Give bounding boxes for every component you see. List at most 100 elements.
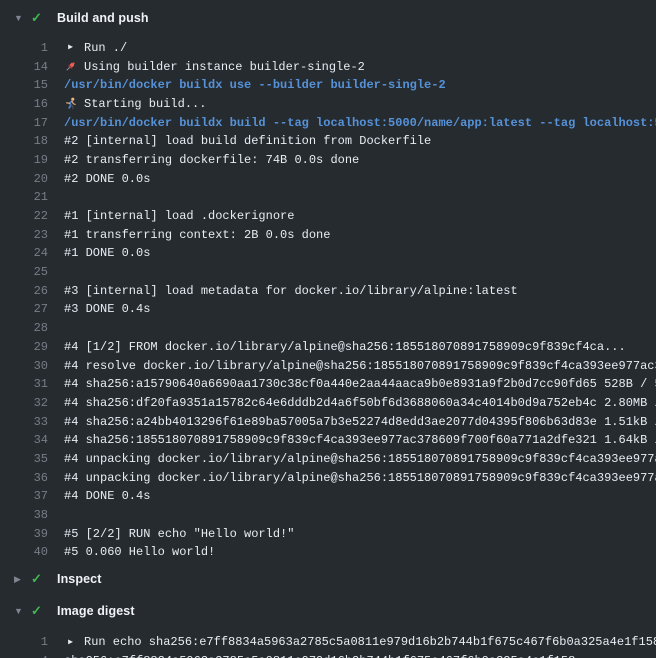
log-text-value: Run ./ (84, 41, 127, 55)
log-line: 39 #5 [2/2] RUN echo "Hello world!" (0, 524, 656, 543)
log-line: 34 #4 sha256:185518070891758909c9f839cf4c… (0, 431, 656, 450)
log-text-value: #2 [internal] load build definition from… (64, 134, 431, 148)
line-number[interactable]: 30 (0, 359, 48, 373)
log-text-value: #5 [2/2] RUN echo "Hello world!" (64, 527, 294, 541)
log-line: 33#4 sha256:a24bb4013296f61e89ba57005a7b… (0, 412, 656, 431)
log-text-value: #4 [1/2] FROM docker.io/library/alpine@s… (64, 340, 626, 354)
step-header-build-and-push[interactable]: ▼ ✓ Build and push (0, 10, 656, 26)
check-icon: ✓ (31, 10, 46, 26)
log-text-value: /usr/bin/docker buildx use --builder bui… (64, 78, 446, 92)
line-number[interactable]: 27 (0, 302, 48, 316)
line-number[interactable]: 33 (0, 415, 48, 429)
log-text-value: #3 DONE 0.4s (64, 302, 150, 316)
log-line: 25 (0, 263, 656, 282)
line-number[interactable]: 32 (0, 396, 48, 410)
line-number[interactable]: 29 (0, 340, 48, 354)
log-line: 40 #5 0.060 Hello world! (0, 543, 656, 562)
log-text-value: #3 [internal] load metadata for docker.i… (64, 284, 518, 298)
log-lines: 1 ▶ Run echo sha256:e7ff8834a5963a2785c5a0… (0, 633, 656, 658)
log-text: #4 sha256:a15790640a6690aa1730c38cf0a440… (64, 377, 656, 391)
log-text-value: #4 sha256:a15790640a6690aa1730c38cf0a440… (64, 377, 656, 391)
check-icon: ✓ (31, 571, 46, 587)
log-text-value: /usr/bin/docker buildx build --tag local… (64, 116, 656, 130)
run-expand-icon[interactable]: ▶ (64, 636, 77, 649)
log-text-value: #4 resolve docker.io/library/alpine@sha2… (64, 359, 656, 373)
log-text: #4 [1/2] FROM docker.io/library/alpine@s… (64, 340, 656, 354)
line-number[interactable]: 37 (0, 489, 48, 503)
line-number[interactable]: 14 (0, 60, 48, 74)
line-number[interactable]: 22 (0, 209, 48, 223)
line-number[interactable]: 28 (0, 321, 48, 335)
runner-icon (64, 97, 77, 110)
log-line: 29 #4 [1/2] FROM docker.io/library/alpine… (0, 338, 656, 357)
line-number[interactable]: 20 (0, 172, 48, 186)
step-title: Image digest (57, 604, 135, 618)
step-title: Inspect (57, 572, 101, 586)
log-text-value: #5 0.060 Hello world! (64, 545, 215, 559)
log-line: 22 #1 [internal] load .dockerignore (0, 207, 656, 226)
log-line: 1 ▶ Run ./ (0, 39, 656, 58)
line-number[interactable]: 15 (0, 78, 48, 92)
log-text-value: #4 sha256:185518070891758909c9f839cf4ca3… (64, 433, 656, 447)
log-line: 16 Starting build... (0, 95, 656, 114)
log-text: #5 0.060 Hello world! (64, 545, 656, 559)
log-text-value: #1 DONE 0.0s (64, 246, 150, 260)
line-number[interactable]: 26 (0, 284, 48, 298)
log-line: 26 #3 [internal] load metadata for docker… (0, 281, 656, 300)
log-text-value: #1 [internal] load .dockerignore (64, 209, 294, 223)
line-number[interactable]: 18 (0, 134, 48, 148)
log-text: Starting build... (64, 97, 656, 111)
step-section-build-and-push: ▼ ✓ Build and push 1 ▶ Run ./ 14 Using build… (0, 0, 656, 562)
line-number[interactable]: 34 (0, 433, 48, 447)
run-expand-icon[interactable]: ▶ (64, 41, 77, 54)
log-text: #2 transferring dockerfile: 74B 0.0s don… (64, 153, 656, 167)
line-number[interactable]: 31 (0, 377, 48, 391)
line-number[interactable]: 21 (0, 190, 48, 204)
log-text: #4 unpacking docker.io/library/alpine@sh… (64, 471, 656, 485)
log-text-value: Starting build... (84, 97, 206, 111)
log-text: #3 DONE 0.4s (64, 302, 656, 316)
line-number[interactable]: 25 (0, 265, 48, 279)
log-line: 20#2 DONE 0.0s (0, 169, 656, 188)
log-lines: 1 ▶ Run ./ 14 Using builder instance builder… (0, 39, 656, 562)
line-number[interactable]: 35 (0, 452, 48, 466)
log-line: 30 #4 resolve docker.io/library/alpine@sh… (0, 356, 656, 375)
log-line: 21 (0, 188, 656, 207)
line-number[interactable]: 23 (0, 228, 48, 242)
line-number[interactable]: 36 (0, 471, 48, 485)
line-number[interactable]: 39 (0, 527, 48, 541)
log-text: #4 resolve docker.io/library/alpine@sha2… (64, 359, 656, 373)
log-line: 38 (0, 506, 656, 525)
log-text: ▶ Run ./ (64, 41, 656, 55)
line-number[interactable]: 24 (0, 246, 48, 260)
log-text: Using builder instance builder-single-2 (64, 60, 656, 74)
log-line: 17/usr/bin/docker buildx build --tag loc… (0, 113, 656, 132)
step-header-inspect[interactable]: ▶ ✓ Inspect (0, 571, 656, 587)
line-number[interactable]: 19 (0, 153, 48, 167)
log-text-value: #4 DONE 0.4s (64, 489, 150, 503)
log-text-value: #4 unpacking docker.io/library/alpine@sh… (64, 471, 656, 485)
line-number[interactable]: 17 (0, 116, 48, 130)
chevron-down-icon[interactable]: ▼ (14, 603, 30, 619)
log-text-value: Run echo sha256:e7ff8834a5963a2785c5a081… (84, 635, 656, 649)
log-line: 19 #2 transferring dockerfile: 74B 0.0s d… (0, 151, 656, 170)
log-text-value: sha256:e7ff8834a5963a2785c5a0811e979d16b… (64, 654, 575, 658)
line-number[interactable]: 1 (0, 635, 48, 649)
log-text-value: #4 unpacking docker.io/library/alpine@sh… (64, 452, 656, 466)
log-line: 24 #1 DONE 0.0s (0, 244, 656, 263)
log-line: 32 #4 sha256:df20fa9351a15782c64e6dddb2d4… (0, 394, 656, 413)
line-number[interactable]: 4 (0, 654, 48, 658)
step-section-image-digest: ▼ ✓ Image digest 1 ▶ Run echo sha256:e7ff8… (0, 603, 656, 658)
line-number[interactable]: 16 (0, 97, 48, 111)
chevron-down-icon[interactable]: ▼ (14, 10, 30, 26)
line-number[interactable]: 40 (0, 545, 48, 559)
chevron-right-icon[interactable]: ▶ (14, 571, 30, 587)
log-text: #1 DONE 0.0s (64, 246, 656, 260)
log-text: #4 sha256:df20fa9351a15782c64e6dddb2d4a6… (64, 396, 656, 410)
log-text: sha256:e7ff8834a5963a2785c5a0811e979d16b… (64, 654, 656, 658)
line-number[interactable]: 1 (0, 41, 48, 55)
line-number[interactable]: 38 (0, 508, 48, 522)
log-line: 1 ▶ Run echo sha256:e7ff8834a5963a2785c5a0… (0, 633, 656, 652)
step-header-image-digest[interactable]: ▼ ✓ Image digest (0, 603, 656, 619)
log-text-value: #1 transferring context: 2B 0.0s done (64, 228, 330, 242)
